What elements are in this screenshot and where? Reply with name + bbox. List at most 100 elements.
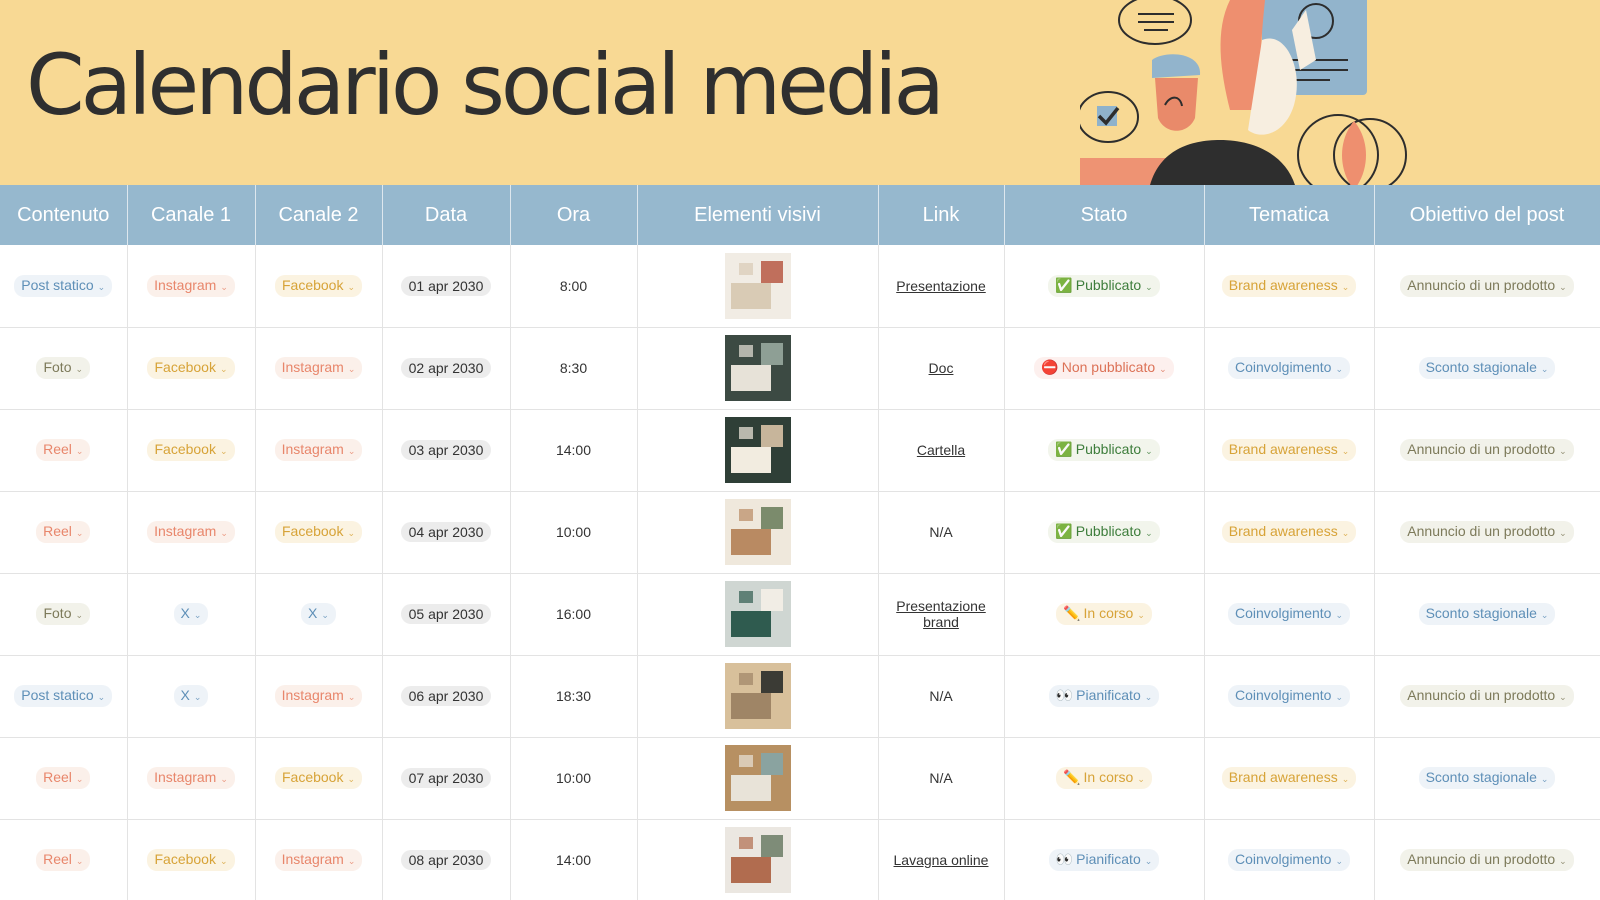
column-header[interactable]: Stato <box>1004 185 1205 245</box>
theme-select[interactable]: Brand awareness ⌄ <box>1221 274 1357 297</box>
visual-thumbnail-image[interactable] <box>724 335 791 401</box>
time-value[interactable]: 14:00 <box>556 852 591 868</box>
content-type-select[interactable]: Post statico ⌄ <box>14 685 113 707</box>
cell-canale2: Instagram ⌄ <box>255 819 383 900</box>
channel-2-select[interactable]: Facebook ⌄ <box>274 767 363 789</box>
column-header[interactable]: Canale 2 <box>255 185 383 245</box>
column-header[interactable]: Link <box>878 185 1005 245</box>
cell-ora: 16:00 <box>510 573 638 656</box>
content-type-select[interactable]: Reel ⌄ <box>36 849 91 871</box>
time-value[interactable]: 14:00 <box>556 442 591 458</box>
visual-thumbnail-image[interactable] <box>724 745 791 811</box>
channel-1-select[interactable]: Facebook ⌄ <box>147 357 235 379</box>
content-type-select[interactable]: Reel ⌄ <box>36 439 91 461</box>
date-value[interactable]: 05 apr 2030 <box>400 604 492 624</box>
chevron-down-icon: ⌄ <box>1559 281 1567 292</box>
channel-2-select[interactable]: Instagram ⌄ <box>274 439 363 461</box>
channel-1-select[interactable]: Facebook ⌄ <box>147 439 235 461</box>
time-value[interactable]: 16:00 <box>556 606 591 622</box>
channel-2-select[interactable]: Instagram ⌄ <box>274 849 363 871</box>
goal-select[interactable]: Annuncio di un prodotto ⌄ <box>1400 521 1574 543</box>
date-value[interactable]: 04 apr 2030 <box>400 522 492 542</box>
visual-thumbnail-image[interactable] <box>724 827 791 893</box>
column-header[interactable]: Data <box>382 185 511 245</box>
column-header[interactable]: Canale 1 <box>127 185 256 245</box>
visual-thumbnail-image[interactable] <box>724 499 791 565</box>
time-value[interactable]: 8:00 <box>560 278 587 294</box>
content-type-select[interactable]: Post statico ⌄ <box>14 274 113 297</box>
status-select[interactable]: ⛔ Non pubblicato ⌄ <box>1034 357 1174 379</box>
theme-select[interactable]: Brand awareness ⌄ <box>1221 767 1357 789</box>
chevron-down-icon: ⌄ <box>75 774 84 784</box>
theme-select[interactable]: Coinvolgimento ⌄ <box>1227 849 1351 871</box>
visual-thumbnail-image[interactable] <box>724 252 791 319</box>
cell-elementi-visivi <box>637 327 879 410</box>
theme-select[interactable]: Coinvolgimento ⌄ <box>1227 685 1351 707</box>
link[interactable]: Presentazione brand <box>896 598 986 630</box>
date-value[interactable]: 07 apr 2030 <box>400 768 492 788</box>
channel-1-select[interactable]: X ⌄ <box>173 685 209 707</box>
status-select[interactable]: ✅ Pubblicato ⌄ <box>1048 274 1160 297</box>
column-header[interactable]: Tematica <box>1204 185 1375 245</box>
link[interactable]: Lavagna online <box>894 852 989 868</box>
column-header[interactable]: Ora <box>510 185 638 245</box>
goal-select[interactable]: Sconto stagionale ⌄ <box>1418 357 1556 379</box>
status-select[interactable]: ✏️ In corso ⌄ <box>1056 603 1152 625</box>
theme-select[interactable]: Brand awareness ⌄ <box>1221 521 1357 543</box>
goal-select[interactable]: Sconto stagionale ⌄ <box>1418 603 1556 625</box>
eyes-icon: 👀 <box>1055 687 1074 703</box>
time-value[interactable]: 10:00 <box>556 524 591 540</box>
channel-2-select[interactable]: Facebook ⌄ <box>274 274 363 297</box>
channel-1-select[interactable]: Instagram ⌄ <box>147 767 235 789</box>
chevron-down-icon: ⌄ <box>220 774 228 784</box>
content-type-select[interactable]: Reel ⌄ <box>36 521 91 543</box>
date-value[interactable]: 02 apr 2030 <box>400 358 492 378</box>
content-type-select[interactable]: Foto ⌄ <box>36 357 91 379</box>
link[interactable]: Doc <box>929 360 954 376</box>
goal-select[interactable]: Annuncio di un prodotto ⌄ <box>1400 439 1574 461</box>
table-row: Reel ⌄ Facebook ⌄ Instagram ⌄ 08 apr 2030 1… <box>0 819 1600 900</box>
status-select[interactable]: 👀 Pianificato ⌄ <box>1048 849 1160 871</box>
channel-1-select[interactable]: Instagram ⌄ <box>147 521 235 543</box>
content-type-select[interactable]: Foto ⌄ <box>36 603 91 625</box>
status-select[interactable]: 👀 Pianificato ⌄ <box>1048 685 1160 707</box>
check-icon: ✅ <box>1055 523 1073 539</box>
channel-1-select[interactable]: Facebook ⌄ <box>147 849 235 871</box>
visual-thumbnail-image[interactable] <box>724 663 791 729</box>
time-value[interactable]: 10:00 <box>556 770 591 786</box>
goal-select[interactable]: Annuncio di un prodotto ⌄ <box>1400 849 1574 871</box>
date-value[interactable]: 06 apr 2030 <box>400 686 492 706</box>
column-header[interactable]: Elementi visivi <box>637 185 879 245</box>
status-select[interactable]: ✅ Pubblicato ⌄ <box>1048 521 1160 543</box>
time-value[interactable]: 18:30 <box>556 688 591 704</box>
status-select[interactable]: ✏️ In corso ⌄ <box>1056 767 1152 789</box>
goal-select[interactable]: Sconto stagionale ⌄ <box>1418 767 1556 789</box>
theme-select[interactable]: Brand awareness ⌄ <box>1221 439 1357 461</box>
cell-stato: ✏️ In corso ⌄ <box>1004 573 1205 656</box>
link[interactable]: Presentazione <box>896 278 986 294</box>
status-select[interactable]: ✅ Pubblicato ⌄ <box>1048 439 1160 461</box>
theme-select[interactable]: Coinvolgimento ⌄ <box>1227 357 1351 379</box>
theme-select[interactable]: Coinvolgimento ⌄ <box>1227 603 1351 625</box>
table-row: Reel ⌄ Instagram ⌄ Facebook ⌄ 04 apr 2030 1… <box>0 491 1600 574</box>
channel-2-select[interactable]: Facebook ⌄ <box>274 521 363 543</box>
column-header[interactable]: Obiettivo del post <box>1374 185 1600 245</box>
date-value[interactable]: 03 apr 2030 <box>400 440 492 460</box>
visual-thumbnail-image[interactable] <box>724 417 791 483</box>
channel-1-select[interactable]: Instagram ⌄ <box>147 274 235 297</box>
visual-thumbnail-image[interactable] <box>724 581 791 647</box>
channel-2-select[interactable]: X ⌄ <box>301 603 336 625</box>
date-value[interactable]: 08 apr 2030 <box>400 850 492 870</box>
goal-select[interactable]: Annuncio di un prodotto ⌄ <box>1400 685 1574 707</box>
table-row: Post statico ⌄ X ⌄ Instagram ⌄ 06 apr 2030 … <box>0 655 1600 738</box>
date-value[interactable]: 01 apr 2030 <box>400 275 492 296</box>
time-value[interactable]: 8:30 <box>560 360 587 376</box>
channel-2-select[interactable]: Instagram ⌄ <box>274 685 363 707</box>
content-type-select[interactable]: Reel ⌄ <box>36 767 91 789</box>
channel-2-select[interactable]: Instagram ⌄ <box>274 357 363 379</box>
channel-1-select[interactable]: X ⌄ <box>173 603 209 625</box>
goal-select[interactable]: Annuncio di un prodotto ⌄ <box>1400 274 1574 297</box>
cell-contenuto: Foto ⌄ <box>0 573 128 656</box>
column-header[interactable]: Contenuto <box>0 185 128 245</box>
link[interactable]: Cartella <box>917 442 965 458</box>
